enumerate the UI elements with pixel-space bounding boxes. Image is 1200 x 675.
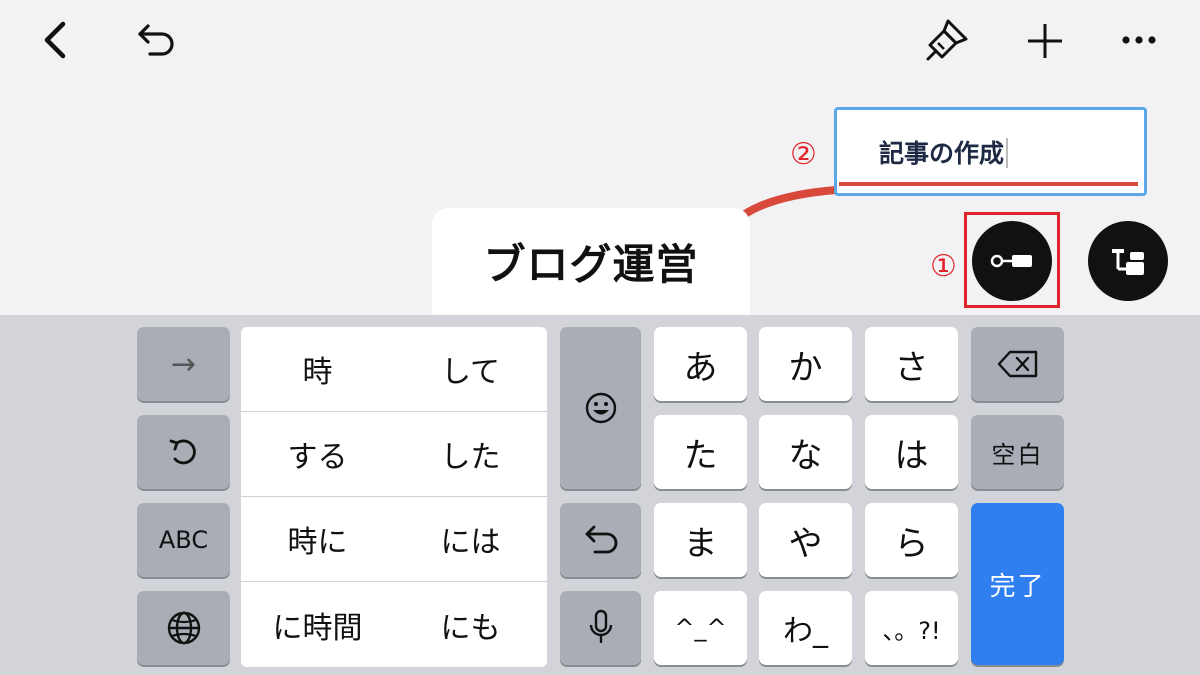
kana-key-wa[interactable]: わ_ [759,591,852,665]
candidate[interactable]: に時間 [241,582,394,667]
candidate-row: 時に には [241,497,547,582]
emoji-icon [585,392,616,424]
arrow-right-label: → [170,346,197,382]
candidate[interactable]: 時 [241,327,394,411]
kana-key-ya[interactable]: や [759,503,852,577]
annotation-1: ① [930,249,957,284]
root-node-label: ブログ運営 [483,240,699,289]
kana-key-ta[interactable]: た [654,415,747,489]
space-label: 空白 [991,440,1044,469]
annotation-2: ② [790,137,817,172]
add-sibling-button[interactable] [972,221,1052,301]
add-child-icon [1112,249,1144,275]
candidate[interactable]: する [241,412,394,496]
kana-key-ma[interactable]: ま [654,503,747,577]
candidate-row: に時間 にも [241,582,547,667]
child-node-underline [839,182,1138,186]
conversion-candidates: 時 して する した 時に には に時間 にも [241,327,547,667]
undo-key[interactable] [560,503,641,577]
done-label: 完了 [989,571,1046,602]
reverse-cycle-key[interactable] [137,415,230,489]
add-sibling-icon [990,254,1032,268]
abc-label: ABC [158,526,209,554]
child-node-editing[interactable]: 記事の作成 [834,107,1147,196]
kaomoji-key[interactable]: ^_^ [654,591,747,665]
mindmap-canvas[interactable]: ブログ運営 記事の作成 ② ① [0,0,1200,315]
kana-key-ha[interactable]: は [865,415,958,489]
child-node-label: 記事の作成 [879,139,1005,168]
delete-icon [997,350,1037,378]
globe-icon [167,611,200,645]
candidate-row: する した [241,412,547,497]
candidate[interactable]: にも [394,582,547,667]
cursor-right-key[interactable]: → [137,327,230,401]
root-node[interactable]: ブログ運営 [432,208,750,315]
globe-key[interactable] [137,591,230,665]
kana-key-na[interactable]: な [759,415,852,489]
kana-key-ka[interactable]: か [759,327,852,401]
candidate[interactable]: には [394,497,547,581]
space-key[interactable]: 空白 [971,415,1064,489]
kana-key-a[interactable]: あ [654,327,747,401]
japanese-kana-keyboard: → ABC 時 して する した 時に には に時間 にも あ か さ た な … [0,315,1200,675]
done-key[interactable]: 完了 [971,503,1064,665]
candidate[interactable]: 時に [241,497,394,581]
candidate[interactable]: して [394,327,547,411]
child-node-text[interactable]: 記事の作成 [879,134,1009,170]
kana-key-sa[interactable]: さ [865,327,958,401]
microphone-icon [589,609,612,643]
reverse-cycle-icon [169,439,196,465]
candidate[interactable]: した [394,412,547,496]
keyboard-undo-icon [585,525,617,554]
kana-key-ra[interactable]: ら [865,503,958,577]
punctuation-key[interactable]: 、。?! [865,591,958,665]
abc-key[interactable]: ABC [137,503,230,577]
dictation-key[interactable] [560,591,641,665]
emoji-key[interactable] [560,327,641,489]
candidate-row: 時 して [241,327,547,412]
delete-key[interactable] [971,327,1064,401]
text-caret [1006,138,1009,168]
add-child-button[interactable] [1088,221,1168,301]
